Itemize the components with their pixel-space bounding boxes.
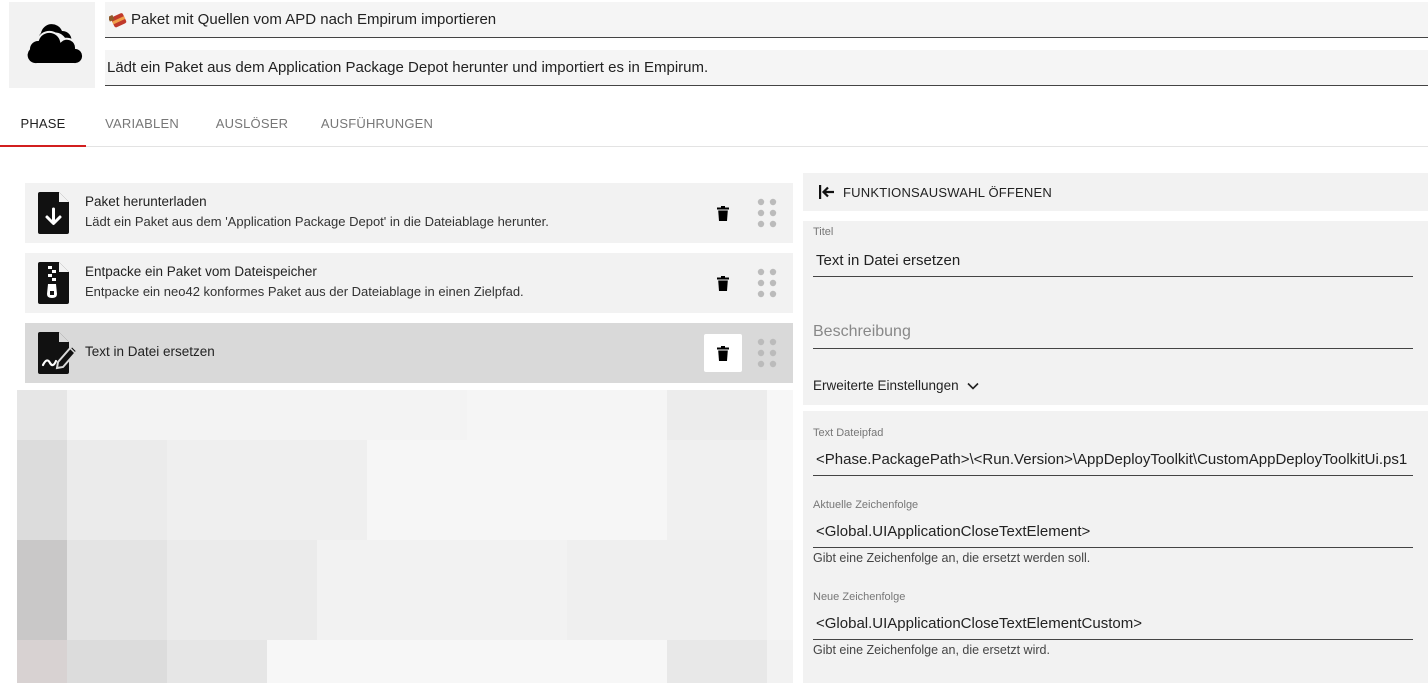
drag-handle-icon[interactable] bbox=[756, 268, 778, 298]
function-parameters-section: Text Dateipfad <Phase.PackagePath>\<Run.… bbox=[803, 411, 1428, 683]
workflow-title-field[interactable]: Paket mit Quellen vom APD nach Empirum i… bbox=[105, 2, 1428, 38]
general-settings-section: Titel Text in Datei ersetzen Beschreibun… bbox=[803, 221, 1428, 405]
path-label: Text Dateipfad bbox=[813, 427, 884, 439]
step-description: Entpacke ein neo42 konformes Paket aus d… bbox=[85, 284, 524, 299]
tab-phase[interactable]: PHASE bbox=[0, 100, 86, 147]
file-zip-icon bbox=[38, 262, 69, 304]
step-name: Paket herunterladen bbox=[85, 194, 207, 209]
advanced-settings-toggle[interactable]: Erweiterte Einstellungen bbox=[813, 378, 979, 393]
trash-icon bbox=[717, 275, 729, 291]
tab-ausloeser[interactable]: AUSLÖSER bbox=[212, 100, 292, 146]
new-string-hint: Gibt eine Zeichenfolge an, die ersetzt w… bbox=[813, 643, 1050, 657]
step-item-download[interactable]: Paket herunterladen Lädt ein Paket aus d… bbox=[25, 183, 793, 243]
file-download-icon bbox=[38, 192, 69, 234]
delete-step-button[interactable] bbox=[704, 264, 742, 302]
delete-step-button[interactable] bbox=[704, 334, 742, 372]
obscured-region bbox=[17, 390, 793, 683]
open-function-selection-label: FUNKTIONSAUSWAHL ÖFFENEN bbox=[843, 184, 1052, 200]
advanced-settings-label: Erweiterte Einstellungen bbox=[813, 378, 959, 393]
title-label: Titel bbox=[813, 226, 834, 238]
workflow-description-field[interactable]: Lädt ein Paket aus dem Application Packa… bbox=[105, 50, 1428, 86]
tab-ausfuehrungen[interactable]: AUSFÜHRUNGEN bbox=[320, 100, 434, 146]
step-name: Text in Datei ersetzen bbox=[85, 344, 215, 359]
step-description: Lädt ein Paket aus dem 'Application Pack… bbox=[85, 214, 549, 229]
new-string-input[interactable]: <Global.UIApplicationCloseTextElementCus… bbox=[813, 608, 1413, 640]
new-string-label: Neue Zeichenfolge bbox=[813, 591, 906, 603]
current-string-hint: Gibt eine Zeichenfolge an, die ersetzt w… bbox=[813, 551, 1091, 565]
step-item-replace-text[interactable]: Text in Datei ersetzen bbox=[25, 323, 793, 383]
step-item-unpack[interactable]: Entpacke ein Paket vom Dateispeicher Ent… bbox=[25, 253, 793, 313]
path-input[interactable]: <Phase.PackagePath>\<Run.Version>\AppDep… bbox=[813, 444, 1413, 476]
current-string-label: Aktuelle Zeichenfolge bbox=[813, 499, 919, 511]
file-edit-icon bbox=[38, 332, 79, 374]
trash-icon bbox=[717, 205, 729, 221]
workflow-description-text: Lädt ein Paket aus dem Application Packa… bbox=[107, 59, 709, 76]
workflow-logo bbox=[9, 2, 95, 88]
tab-bar: PHASE VARIABLEN AUSLÖSER AUSFÜHRUNGEN bbox=[0, 100, 1428, 147]
trash-icon bbox=[717, 345, 729, 361]
step-name: Entpacke ein Paket vom Dateispeicher bbox=[85, 264, 317, 279]
cloud-icon bbox=[25, 24, 83, 66]
chevron-down-icon bbox=[967, 382, 979, 390]
package-emoji-icon bbox=[109, 11, 127, 29]
description-input[interactable]: Beschreibung bbox=[813, 315, 1413, 349]
drag-handle-icon[interactable] bbox=[756, 338, 778, 368]
current-string-input[interactable]: <Global.UIApplicationCloseTextElement> bbox=[813, 516, 1413, 548]
open-function-selection-button[interactable]: FUNKTIONSAUSWAHL ÖFFENEN bbox=[803, 173, 1428, 211]
workflow-title-text: Paket mit Quellen vom APD nach Empirum i… bbox=[131, 11, 497, 28]
collapse-left-icon bbox=[819, 185, 834, 199]
drag-handle-icon[interactable] bbox=[756, 198, 778, 228]
delete-step-button[interactable] bbox=[704, 194, 742, 232]
tab-variablen[interactable]: VARIABLEN bbox=[100, 100, 184, 146]
title-input[interactable]: Text in Datei ersetzen bbox=[813, 244, 1413, 277]
workflow-header: Paket mit Quellen vom APD nach Empirum i… bbox=[0, 0, 1428, 90]
